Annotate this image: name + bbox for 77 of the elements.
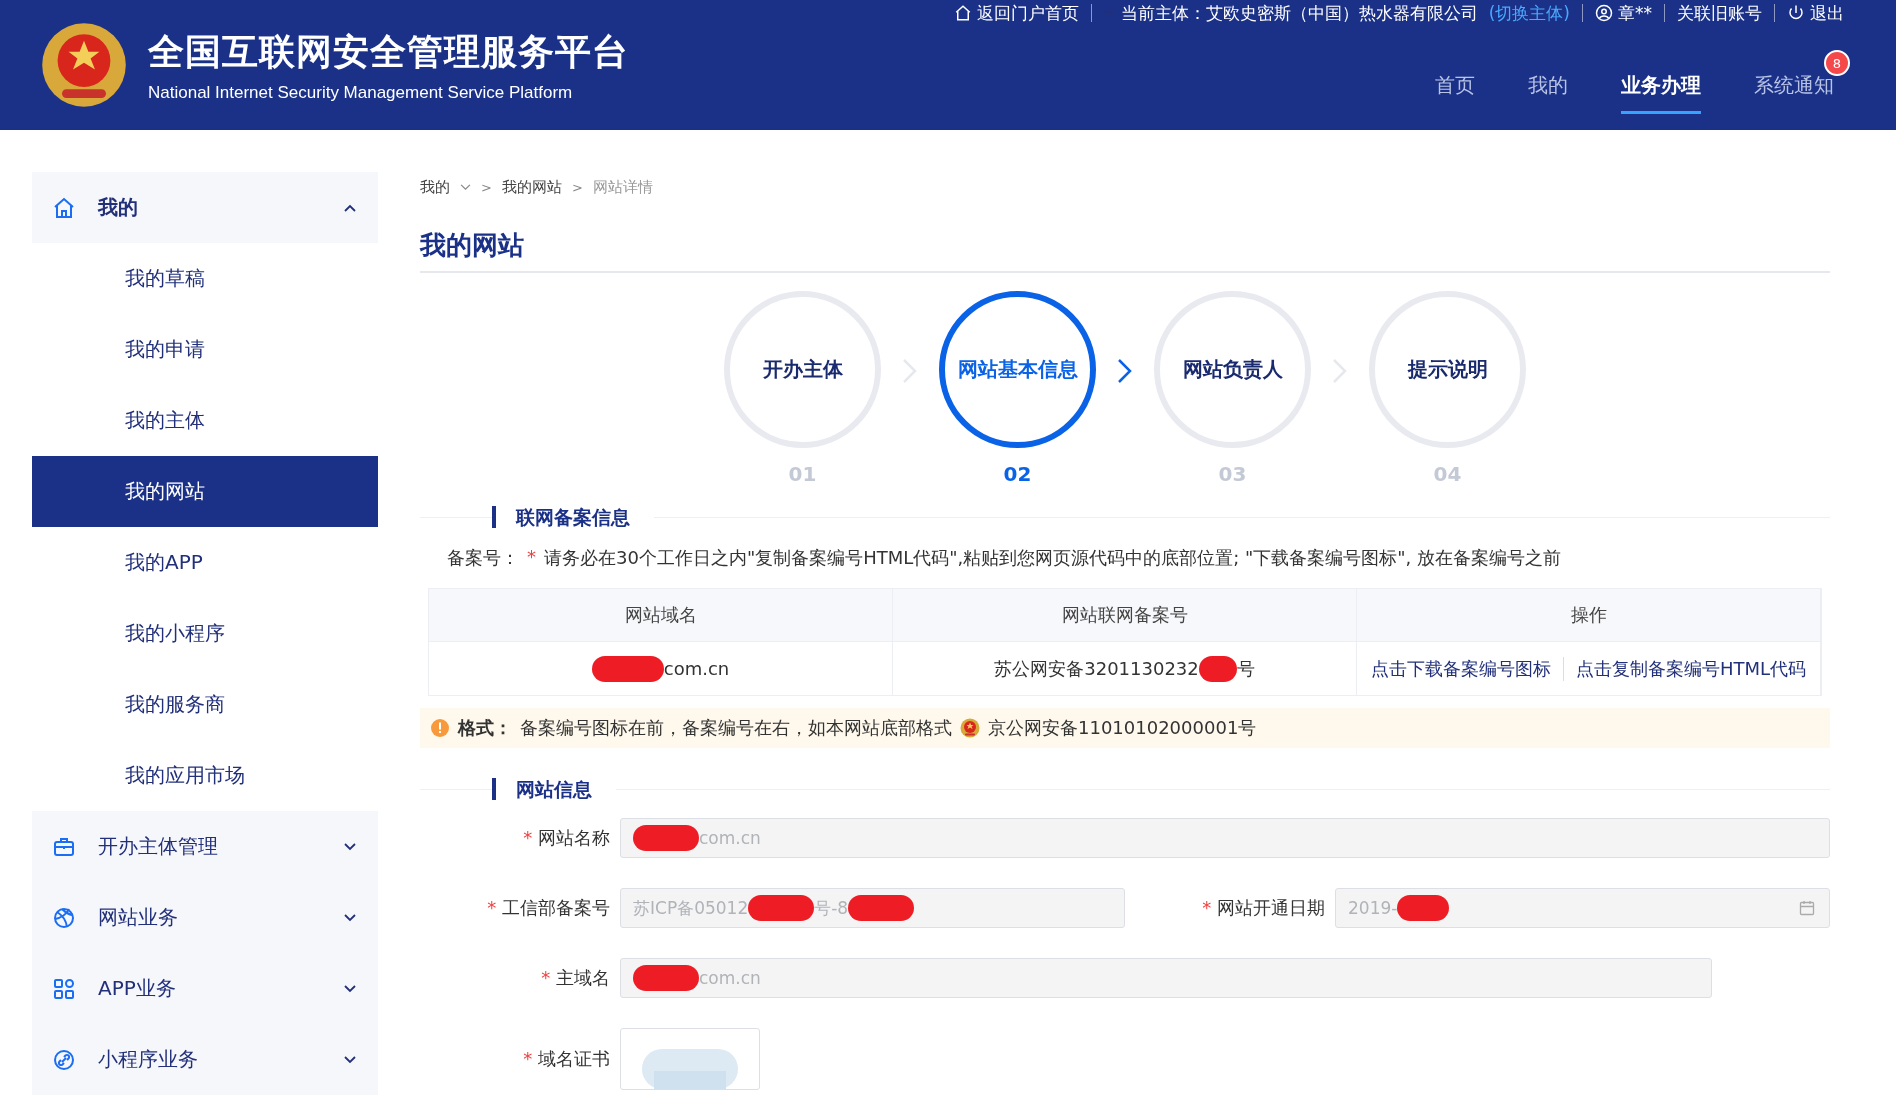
switch-subject-link[interactable]: (切换主体)	[1488, 4, 1570, 22]
nav-tab[interactable]: 我的	[1528, 72, 1568, 114]
step-number: 01	[788, 462, 817, 486]
section-title: 联网备案信息	[492, 506, 630, 528]
logout-link[interactable]: 退出	[1810, 4, 1844, 22]
field-value: 苏公网安备3201130232	[994, 656, 1199, 681]
certificate-thumbnail[interactable]	[620, 1028, 760, 1090]
home-icon	[52, 195, 76, 220]
site-subtitle: National Internet Security Management Service Platform	[148, 82, 574, 103]
redaction-mark	[848, 895, 915, 921]
action-link[interactable]: 点击复制备案编号HTML代码	[1562, 656, 1819, 681]
table-header-cell: 网站域名	[429, 589, 893, 641]
redaction-mark	[633, 825, 699, 851]
field-value: 苏ICP备05012	[633, 896, 749, 920]
nav-tab[interactable]: 首页	[1435, 72, 1475, 114]
field-label: * 网站开通日期	[1201, 896, 1326, 920]
current-subject: 当前主体：艾欧史密斯（中国）热水器有限公司	[1120, 4, 1478, 22]
warning-icon	[430, 718, 450, 738]
step-number: 04	[1433, 462, 1462, 486]
step-number: 03	[1218, 462, 1247, 486]
emblem-icon	[40, 21, 128, 109]
table-header-cell: 网站联网备案号	[893, 589, 1357, 641]
page-title: 我的网站	[420, 228, 1830, 273]
required-mark: *	[527, 546, 536, 569]
field-value: com.cn	[663, 658, 730, 679]
breadcrumb-separator: >	[571, 179, 583, 195]
step-number: 02	[1003, 462, 1032, 486]
field-label: * 主域名	[540, 966, 611, 990]
tip-example: 京公网安备11010102000001号	[988, 716, 1257, 740]
redaction-mark	[748, 895, 815, 921]
field-value: com.cn	[699, 968, 761, 988]
chevron-up-icon	[344, 203, 356, 212]
redaction-mark	[633, 965, 699, 991]
breadcrumb-link[interactable]: 我的网站	[501, 177, 562, 197]
nav-tab[interactable]: 业务办理	[1621, 72, 1701, 114]
field-label: * 网站名称	[522, 826, 611, 850]
ball-icon	[52, 905, 76, 930]
action-link[interactable]: 点击下载备案编号图标	[1358, 656, 1563, 681]
home-icon	[953, 4, 972, 22]
site-title: 全国互联网安全管理服务平台	[148, 29, 629, 74]
step-circle[interactable]: 开办主体	[724, 291, 881, 448]
breadcrumb-link[interactable]: 我的	[420, 177, 450, 197]
redaction-mark	[1397, 895, 1450, 921]
notification-badge: 8	[1824, 50, 1850, 76]
sidebar-item[interactable]: 我的网站	[32, 456, 378, 527]
grid-icon	[52, 976, 76, 1001]
emblem-icon	[960, 718, 980, 738]
sidebar-group[interactable]: APP业务	[32, 953, 378, 1024]
field-value: com.cn	[699, 828, 761, 848]
sidebar-group[interactable]: 小程序业务	[32, 1024, 378, 1095]
step-circle[interactable]: 网站负责人	[1154, 291, 1311, 448]
link-icon	[52, 1047, 76, 1072]
breadcrumb-separator: >	[481, 179, 492, 195]
field-value: 号	[1236, 656, 1255, 681]
field-value: 号-8	[814, 896, 849, 920]
table-header-cell: 操作	[1357, 589, 1821, 641]
record-label: 备案号：	[447, 546, 519, 570]
power-icon	[1787, 4, 1805, 22]
portal-link[interactable]: 返回门户首页	[941, 4, 1092, 22]
user-name[interactable]: 章**	[1618, 4, 1652, 22]
step-circle[interactable]: 网站基本信息	[939, 291, 1096, 448]
calendar-icon	[1799, 900, 1815, 916]
notice-text: 请务必在30个工作日之内"复制备案编号HTML代码",粘贴到您网页源代码中的底部位置; "下载备案编号图标", 放在备案编号之前	[544, 546, 1562, 570]
field-value: 2019-	[1348, 898, 1398, 918]
tip-text: 备案编号图标在前，备案编号在右，如本网站底部格式	[520, 716, 952, 740]
user-icon	[1595, 4, 1613, 22]
tip-label: 格式：	[458, 716, 512, 740]
sidebar-group[interactable]: 我的	[32, 172, 378, 243]
portal-link-text[interactable]: 返回门户首页	[976, 4, 1079, 22]
sidebar-group[interactable]: 网站业务	[32, 882, 378, 953]
redaction-mark	[1198, 655, 1237, 682]
step-circle[interactable]: 提示说明	[1369, 291, 1526, 448]
sidebar-group[interactable]: 开办主体管理	[32, 811, 378, 882]
old-account-link[interactable]: 关联旧账号	[1665, 4, 1775, 22]
section-title: 网站信息	[492, 778, 592, 800]
field-label: * 域名证书	[522, 1047, 611, 1071]
field-label: * 工信部备案号	[486, 896, 611, 920]
